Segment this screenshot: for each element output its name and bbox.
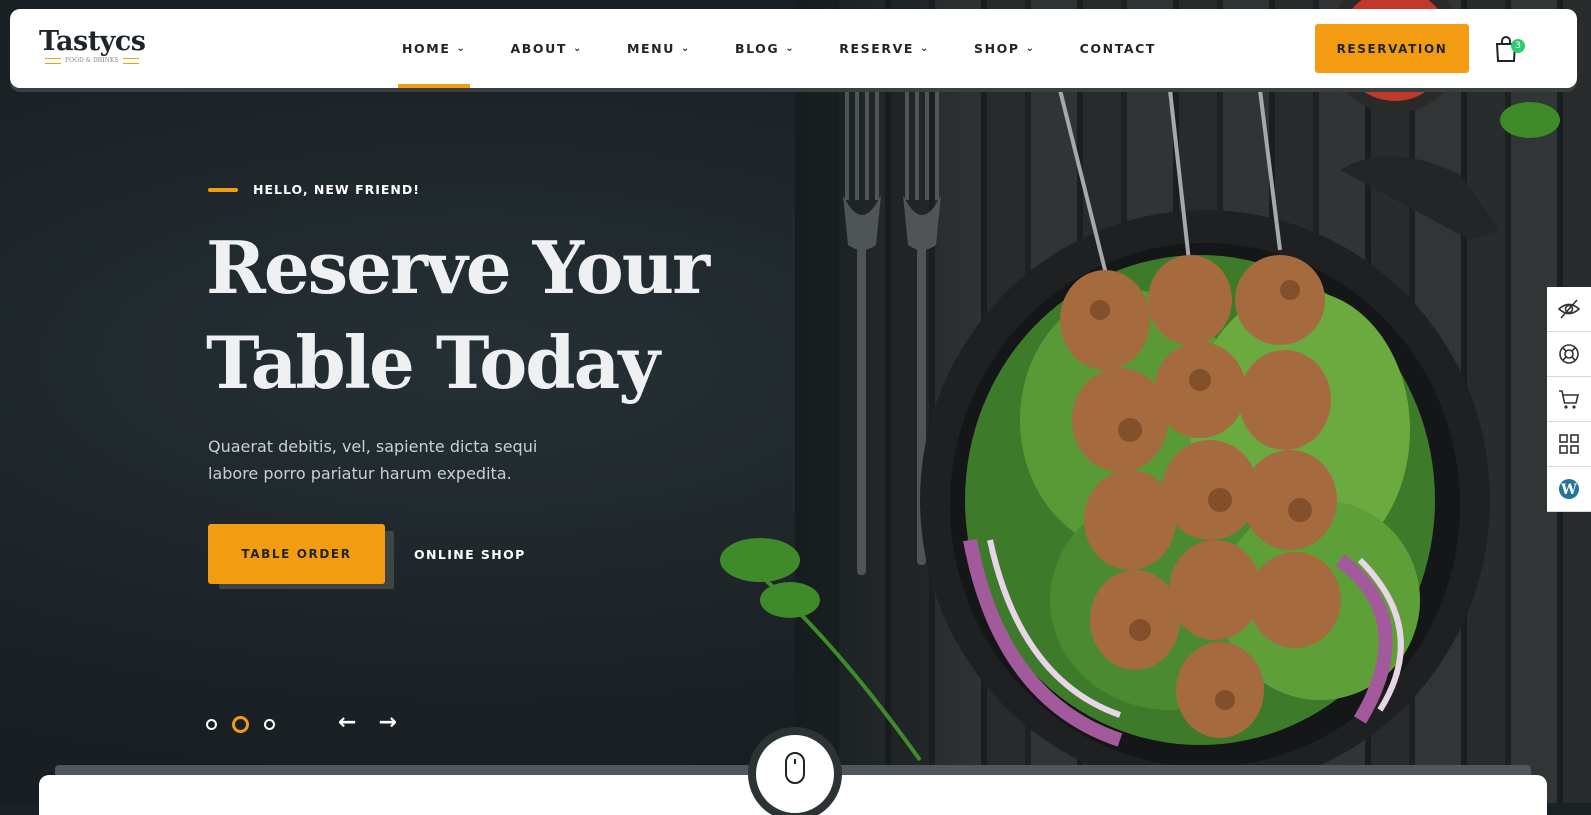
hero-description: Quaerat debitis, vel, sapiente dicta seq… (208, 437, 538, 483)
table-order-button[interactable]: TABLE ORDER (208, 524, 385, 584)
nav-item-menu[interactable]: MENU ⌄ (605, 9, 713, 88)
hero-kicker: HELLO, NEW FRIEND! (208, 182, 420, 197)
kicker-line (208, 187, 238, 192)
mouse-scroll-icon[interactable] (784, 751, 806, 785)
site-header: Tastycs FOOD & DRINKS HOME ⌄ ABOUT ⌄ MENU ⌄… (10, 9, 1577, 88)
chevron-down-icon: ⌄ (456, 43, 467, 54)
nav-item-reserve[interactable]: RESERVE ⌄ (817, 9, 952, 88)
nav-item-blog[interactable]: BLOG ⌄ (713, 9, 817, 88)
nav-item-about[interactable]: ABOUT ⌄ (488, 9, 605, 88)
kicker-text: HELLO, NEW FRIEND! (253, 182, 420, 197)
slider-pagination (206, 716, 275, 733)
slide-dot-1[interactable] (206, 719, 217, 730)
svg-text:W: W (1560, 482, 1577, 498)
logo[interactable]: Tastycs FOOD & DRINKS (39, 27, 149, 75)
chevron-down-icon: ⌄ (680, 43, 691, 54)
grid-icon[interactable] (1547, 422, 1591, 467)
online-shop-button[interactable]: ONLINE SHOP (402, 524, 538, 584)
eye-slash-icon[interactable] (1547, 287, 1591, 332)
logo-title: Tastycs (39, 26, 146, 57)
wordpress-icon[interactable]: W (1547, 467, 1591, 512)
reservation-button[interactable]: RESERVATION (1315, 24, 1469, 73)
arrow-right-icon[interactable]: → (378, 712, 396, 734)
cart-icon[interactable] (1547, 377, 1591, 422)
chevron-down-icon: ⌄ (572, 43, 583, 54)
chevron-down-icon: ⌄ (1025, 43, 1036, 54)
food-image (720, 0, 1560, 790)
chevron-down-icon: ⌄ (920, 43, 930, 54)
main-nav: HOME ⌄ ABOUT ⌄ MENU ⌄ BLOG ⌄ RESERVE ⌄ SHOP ⌄ … (380, 9, 1178, 88)
arrow-left-icon[interactable]: ← (338, 712, 356, 734)
hero-title-line2: Table Today (206, 320, 660, 405)
nav-item-contact[interactable]: CONTACT (1058, 9, 1178, 88)
nav-item-shop[interactable]: SHOP ⌄ (952, 9, 1058, 88)
slide-dot-2[interactable] (232, 716, 249, 733)
lifebuoy-icon[interactable] (1547, 332, 1591, 377)
side-toolbar: W (1547, 287, 1591, 512)
logo-tagline: FOOD & DRINKS (65, 57, 119, 64)
slider-arrows: ← → (338, 712, 397, 734)
chevron-down-icon: ⌄ (785, 43, 796, 54)
nav-item-home[interactable]: HOME ⌄ (380, 9, 488, 88)
slide-dot-3[interactable] (264, 719, 275, 730)
cart-count-badge: 3 (1511, 39, 1525, 53)
hero-title: Reserve Your Table Today (206, 220, 766, 410)
hero-title-line1: Reserve Your (206, 225, 710, 310)
